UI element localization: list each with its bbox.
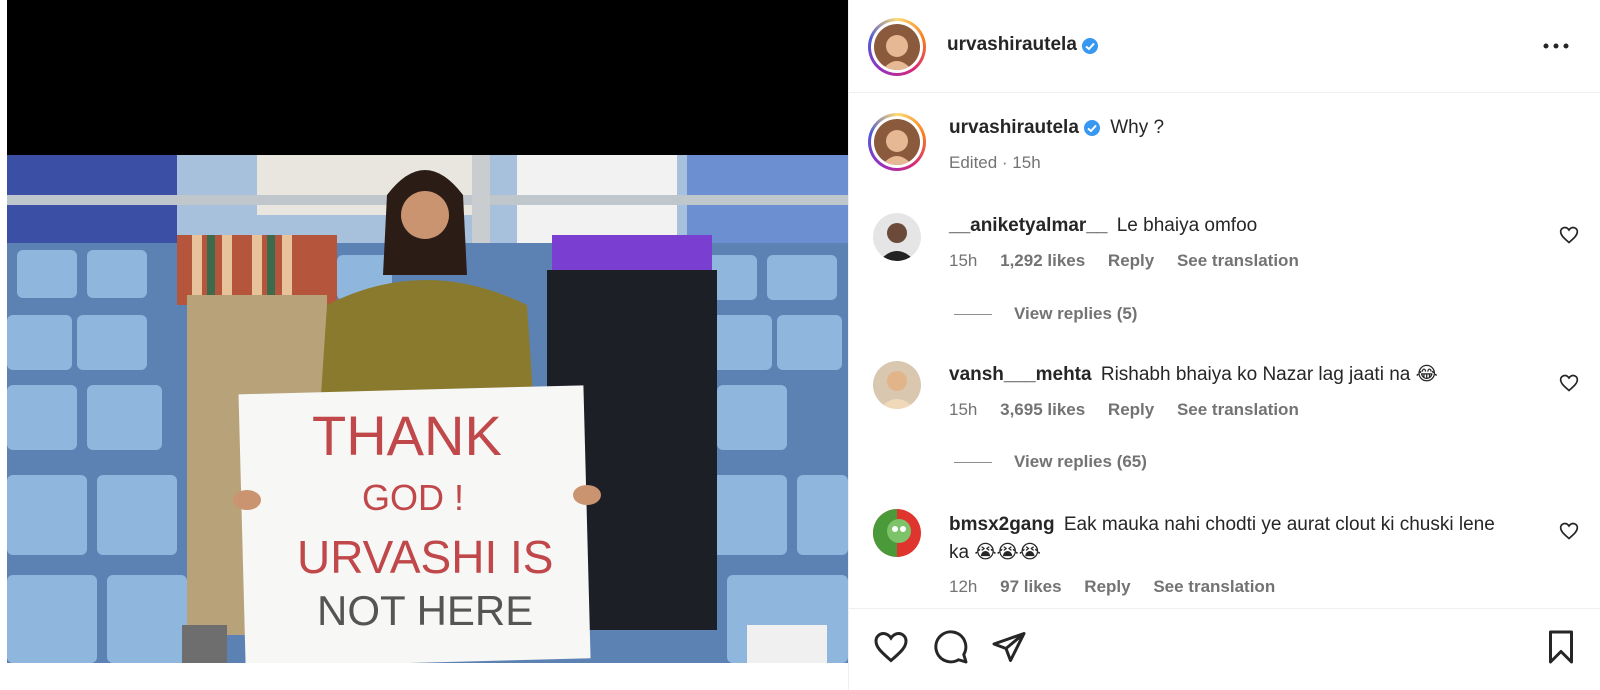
sign-line-1: THANK xyxy=(312,404,502,467)
author-avatar[interactable] xyxy=(868,18,926,76)
comment-text-line: vansh___mehta Rishabh bhaiya ko Nazar la… xyxy=(949,363,1519,386)
comment-likes[interactable]: 1,292 likes xyxy=(1000,251,1085,270)
comment-text-line: __aniketyalmar__ Le bhaiya omfoo xyxy=(949,215,1519,237)
bookmark-icon[interactable] xyxy=(1543,629,1579,665)
comment-likes[interactable]: 97 likes xyxy=(1000,577,1061,596)
commenter-avatar[interactable] xyxy=(873,361,921,409)
comments-scroll-area[interactable]: urvashirautela Why ? Edited · 15h __anik… xyxy=(849,93,1600,608)
comment-like-heart-icon[interactable] xyxy=(1559,225,1579,245)
comment-reply-button[interactable]: Reply xyxy=(1084,577,1130,596)
post-photo: THANK GOD ! URVASHI IS NOT HERE xyxy=(7,155,848,663)
caption-avatar[interactable] xyxy=(868,113,926,171)
comment-time: 12h xyxy=(949,577,978,596)
comment-text: Rishabh bhaiya ko Nazar lag jaati na 😂 xyxy=(1100,364,1438,385)
sign-line-3: URVASHI IS xyxy=(297,531,553,583)
heart-icon[interactable] xyxy=(873,629,909,665)
header-author: urvashirautela xyxy=(947,34,1099,56)
post-media[interactable]: THANK GOD ! URVASHI IS NOT HERE xyxy=(7,0,848,690)
media-bottom-space xyxy=(7,663,848,690)
author-username[interactable]: urvashirautela xyxy=(947,34,1077,55)
post-header: urvashirautela xyxy=(849,0,1600,93)
share-icon[interactable] xyxy=(991,629,1027,665)
comment-meta: 12h 97 likes Reply See translation xyxy=(949,577,1519,597)
comment-likes[interactable]: 3,695 likes xyxy=(1000,400,1085,419)
caption-text: Why ? xyxy=(1110,117,1165,138)
view-replies-label: View replies (65) xyxy=(1014,452,1147,471)
comment-like-heart-icon[interactable] xyxy=(1559,521,1579,541)
comment-text: Le bhaiya omfoo xyxy=(1116,215,1258,236)
comment-time: 15h xyxy=(949,251,978,270)
commenter-avatar[interactable] xyxy=(873,509,921,557)
comment-username[interactable]: bmsx2gang xyxy=(949,514,1055,535)
caption-line: urvashirautela Why ? xyxy=(949,117,1164,139)
sign-line-2: GOD ! xyxy=(362,477,464,518)
comment-reply-button[interactable]: Reply xyxy=(1108,400,1154,419)
see-translation-link[interactable]: See translation xyxy=(1153,577,1275,596)
comment-meta: 15h 3,695 likes Reply See translation xyxy=(949,400,1519,420)
view-replies-button[interactable]: View replies (65) xyxy=(954,452,1147,472)
verified-badge-icon xyxy=(1083,119,1100,136)
view-replies-label: View replies (5) xyxy=(1014,304,1138,323)
comment-text-line: bmsx2gang Eak mauka nahi chodti ye aurat… xyxy=(949,511,1519,567)
replies-rule xyxy=(954,462,992,464)
caption-meta: Edited · 15h xyxy=(949,153,1041,172)
see-translation-link[interactable]: See translation xyxy=(1177,400,1299,419)
see-translation-link[interactable]: See translation xyxy=(1177,251,1299,270)
more-options-icon[interactable] xyxy=(1541,36,1571,56)
comment-icon[interactable] xyxy=(933,629,969,665)
sign-line-4: NOT HERE xyxy=(317,587,533,634)
comment-reply-button[interactable]: Reply xyxy=(1108,251,1154,270)
comment-meta: 15h 1,292 likes Reply See translation xyxy=(949,251,1519,271)
comment-like-heart-icon[interactable] xyxy=(1559,373,1579,393)
view-replies-button[interactable]: View replies (5) xyxy=(954,304,1137,324)
post-action-bar xyxy=(849,608,1600,690)
comment-time: 15h xyxy=(949,400,978,419)
caption-username[interactable]: urvashirautela xyxy=(949,117,1079,138)
media-letterbox xyxy=(7,0,848,155)
comment-username[interactable]: __aniketyalmar__ xyxy=(949,215,1107,236)
post-details-panel: urvashirautela urvashirautela Why ? Edit… xyxy=(848,0,1600,690)
comment-username[interactable]: vansh___mehta xyxy=(949,364,1092,385)
verified-badge-icon xyxy=(1081,37,1098,54)
commenter-avatar[interactable] xyxy=(873,213,921,261)
replies-rule xyxy=(954,314,992,316)
